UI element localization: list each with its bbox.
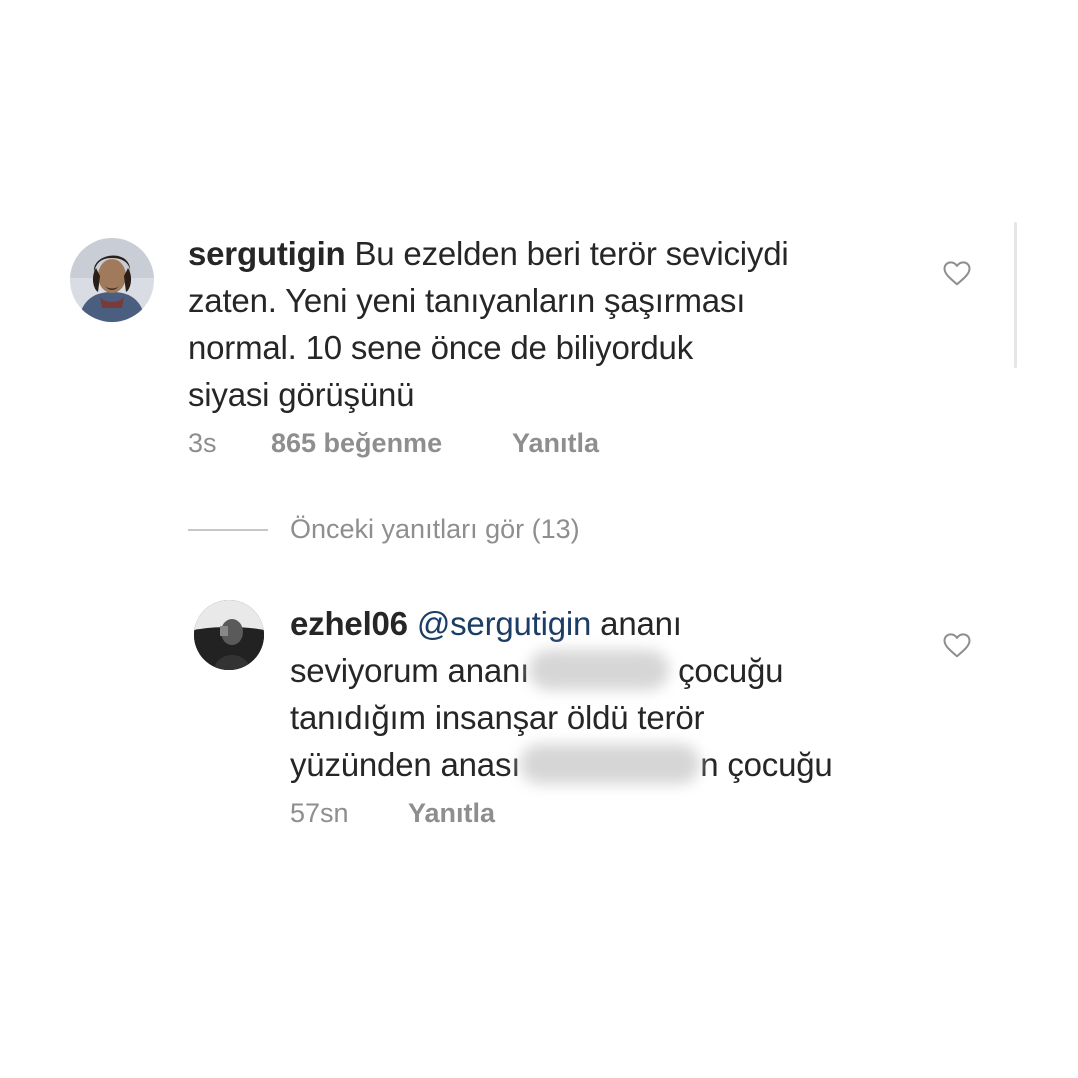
reply-text-segment: ananı	[591, 605, 682, 642]
reply-line-1: ezhel06 @sergutigin ananı	[290, 600, 930, 647]
like-button[interactable]	[942, 258, 972, 288]
reply-time: 57sn	[290, 798, 349, 828]
comment-line-3: normal. 10 sene önce de biliyorduk	[188, 329, 694, 366]
scrollbar[interactable]	[1014, 222, 1017, 368]
comment-meta: 3s 865 beğenme Yanıtla	[188, 428, 688, 460]
heart-outline-icon	[943, 261, 971, 286]
comment-time: 3s	[188, 428, 217, 458]
reply-mention[interactable]: @sergutigin	[417, 605, 592, 642]
replies-divider	[188, 529, 268, 531]
reply-meta: 57sn Yanıtla	[290, 798, 690, 830]
blurred-redaction	[520, 744, 701, 785]
reply-button[interactable]: Yanıtla	[512, 428, 599, 459]
reply-text-segment: seviyorum ananı	[290, 652, 530, 689]
reply-text-segment: yüzünden anası	[290, 746, 521, 783]
comment-text: sergutigin Bu ezelden beri terör seviciy…	[188, 230, 968, 418]
reply-line-2: seviyorum ananı çocuğu	[290, 647, 930, 694]
ezhel06-avatar[interactable]	[194, 600, 264, 670]
comment-line-2: zaten. Yeni yeni tanıyanların şaşırması	[188, 282, 746, 319]
user-avatar-icon	[194, 600, 264, 670]
comment-text-line: Bu ezelden beri terör seviciydi	[354, 235, 789, 272]
reply-button[interactable]: Yanıtla	[408, 798, 495, 829]
view-previous-replies-label: Önceki yanıtları gör (13)	[290, 514, 580, 544]
reply-text: ezhel06 @sergutigin ananı seviyorum anan…	[290, 600, 930, 788]
heart-outline-icon	[943, 633, 971, 658]
reply-text-segment: çocuğu	[669, 652, 784, 689]
comment-likes[interactable]: 865 beğenme	[271, 428, 442, 459]
comment-line-1: sergutigin Bu ezelden beri terör seviciy…	[188, 230, 968, 277]
sergutigin-avatar[interactable]	[70, 238, 154, 322]
reply-text-segment: n çocuğu	[700, 746, 833, 783]
like-button[interactable]	[942, 630, 972, 660]
comment-line-4: siyasi görüşünü	[188, 376, 415, 413]
comment-username[interactable]: sergutigin	[188, 235, 346, 272]
user-avatar-icon	[70, 238, 154, 322]
reply-line-3: tanıdığım insanşar öldü terör	[290, 699, 705, 736]
reply-line-4: yüzünden anası n çocuğu	[290, 741, 930, 788]
blurred-redaction	[529, 650, 670, 691]
reply-username[interactable]: ezhel06	[290, 605, 408, 642]
